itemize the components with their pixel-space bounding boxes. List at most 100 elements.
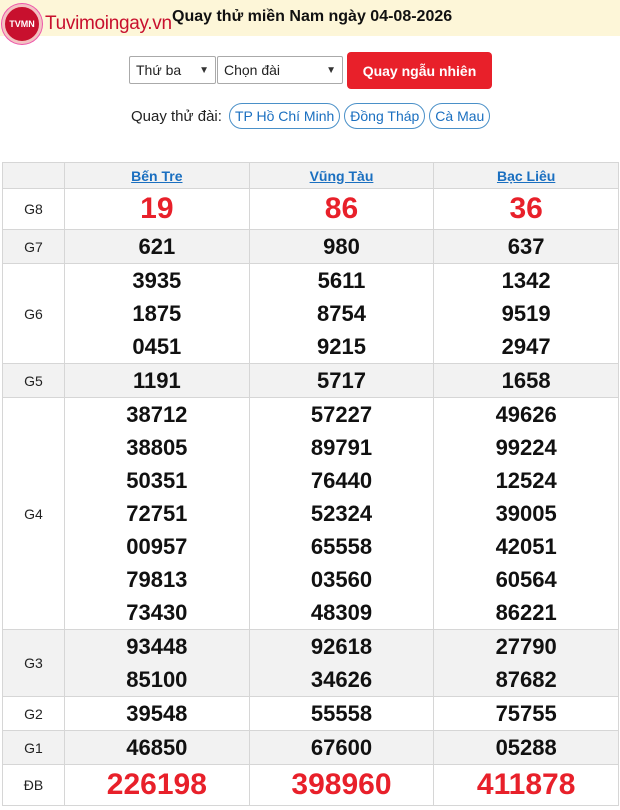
result-cell: 621: [64, 229, 250, 264]
header-bar: TVMN Tuvimoingay.vn Quay thử miền Nam ng…: [0, 0, 620, 44]
result-number: 48309: [310, 600, 373, 625]
result-number: 12524: [495, 468, 557, 493]
result-number: 621: [138, 234, 176, 259]
station-select[interactable]: Chọn đài ▼: [217, 56, 343, 84]
table-row: G2 39548 55558 75755: [2, 696, 619, 731]
result-number: 39005: [495, 501, 557, 526]
page-title: Quay thử miền Nam ngày 04-08-2026: [172, 8, 453, 25]
result-number: 72751: [126, 501, 188, 526]
result-number: 87682: [495, 667, 557, 692]
result-cell: 75755: [433, 696, 619, 731]
quick-station-row: Quay thử đài: TP Hồ Chí Minh Đồng Tháp C…: [131, 102, 494, 130]
result-number: 57227: [310, 402, 373, 427]
result-number: 1342: [501, 268, 551, 293]
controls-row: Thứ ba ▼ Chọn đài ▼ Quay ngẫu nhiên: [0, 52, 620, 90]
station-link-ben-tre[interactable]: Bến Tre: [131, 168, 182, 184]
result-cell: 05288: [433, 730, 619, 765]
prize-label: G2: [2, 696, 65, 731]
result-cell: 86: [248, 188, 435, 230]
result-number: 38712: [126, 402, 188, 427]
result-number: 36: [509, 192, 543, 225]
result-number: 2947: [501, 334, 551, 359]
table-row: G5 1191 5717 1658: [2, 363, 619, 398]
result-cell: 398960: [248, 764, 435, 806]
result-number: 85100: [126, 667, 188, 692]
result-number: 398960: [291, 768, 392, 801]
quick-station-dong-thap[interactable]: Đồng Tháp: [344, 103, 426, 129]
result-number: 8754: [317, 301, 366, 326]
prize-label: G4: [2, 397, 65, 630]
result-cell: 19: [64, 188, 250, 230]
table-row: ĐB 226198 398960 411878: [2, 764, 619, 806]
day-select-value: Thứ ba: [136, 62, 182, 78]
result-number: 637: [507, 234, 545, 259]
result-number: 76440: [310, 468, 373, 493]
result-number: 411878: [476, 768, 576, 801]
result-cell: 980: [248, 229, 435, 264]
result-number: 980: [323, 234, 360, 259]
result-number: 38805: [126, 435, 188, 460]
result-number: 52324: [310, 501, 373, 526]
result-cell: 5611 8754 9215: [248, 263, 435, 364]
result-number: 89791: [310, 435, 373, 460]
result-number: 00957: [126, 534, 188, 559]
result-number: 0451: [132, 334, 182, 359]
result-number: 60564: [495, 567, 557, 592]
result-cell: 1342 9519 2947: [433, 263, 619, 364]
result-number: 27790: [495, 634, 557, 659]
prize-label: G1: [2, 730, 65, 765]
result-number: 1875: [132, 301, 182, 326]
result-number: 92618: [310, 634, 373, 659]
result-number: 73430: [126, 600, 188, 625]
station-header-cell: Bạc Liêu: [433, 162, 619, 189]
table-header-row: Bến Tre Vũng Tàu Bạc Liêu: [2, 162, 619, 189]
random-spin-button[interactable]: Quay ngẫu nhiên: [347, 52, 492, 89]
result-number: 65558: [310, 534, 373, 559]
prize-label: G8: [2, 188, 65, 230]
result-number: 3935: [132, 268, 182, 293]
logo-text: Tuvimoingay.vn: [45, 13, 172, 34]
result-cell: 39548: [64, 696, 250, 731]
results-body: G8 19 86 36 G7 621 980 637 G6 3935 1875 0451 5611 875…: [2, 188, 619, 806]
result-number: 86221: [495, 600, 557, 625]
quick-station-ca-mau[interactable]: Cà Mau: [429, 103, 491, 129]
prize-header-cell: [2, 162, 65, 189]
result-number: 9215: [317, 334, 366, 359]
prize-label: G6: [2, 263, 65, 364]
result-cell: 36: [433, 188, 619, 230]
result-cell: 5717: [248, 363, 435, 398]
prize-label: G5: [2, 363, 65, 398]
site-logo[interactable]: TVMN Tuvimoingay.vn: [2, 2, 172, 46]
result-cell: 92618 34626: [248, 629, 435, 697]
result-cell: 1658: [433, 363, 619, 398]
prize-label: G3: [2, 629, 65, 697]
result-number: 39548: [126, 701, 188, 726]
quick-station-label: Quay thử đài:: [131, 107, 222, 125]
result-number: 55558: [310, 701, 373, 726]
result-number: 93448: [126, 634, 188, 659]
chevron-down-icon: ▼: [326, 64, 336, 76]
result-cell: 49626 99224 12524 39005 42051 60564 86221: [433, 397, 619, 630]
logo-badge-icon: TVMN: [2, 4, 42, 44]
result-number: 1658: [501, 368, 551, 393]
table-row: G1 46850 67600 05288: [2, 730, 619, 765]
result-cell: 1191: [64, 363, 250, 398]
table-row: G7 621 980 637: [2, 229, 619, 264]
result-number: 5717: [317, 368, 366, 393]
result-number: 1191: [132, 368, 181, 393]
result-number: 79813: [126, 567, 188, 592]
result-cell: 38712 38805 50351 72751 00957 79813 73430: [64, 397, 250, 630]
result-number: 05288: [495, 735, 557, 760]
quick-station-hcm[interactable]: TP Hồ Chí Minh: [228, 103, 341, 129]
station-link-vung-tau[interactable]: Vũng Tàu: [310, 168, 374, 184]
table-row: G8 19 86 36: [2, 188, 619, 230]
day-select[interactable]: Thứ ba ▼: [129, 56, 216, 84]
result-cell: 67600: [248, 730, 435, 765]
table-row: G3 93448 85100 92618 34626 27790 87682: [2, 629, 619, 697]
result-cell: 55558: [248, 696, 435, 731]
chevron-down-icon: ▼: [199, 64, 209, 76]
result-number: 67600: [310, 735, 373, 760]
result-number: 46850: [126, 735, 188, 760]
result-cell: 637: [433, 229, 619, 264]
station-link-bac-lieu[interactable]: Bạc Liêu: [497, 168, 555, 184]
